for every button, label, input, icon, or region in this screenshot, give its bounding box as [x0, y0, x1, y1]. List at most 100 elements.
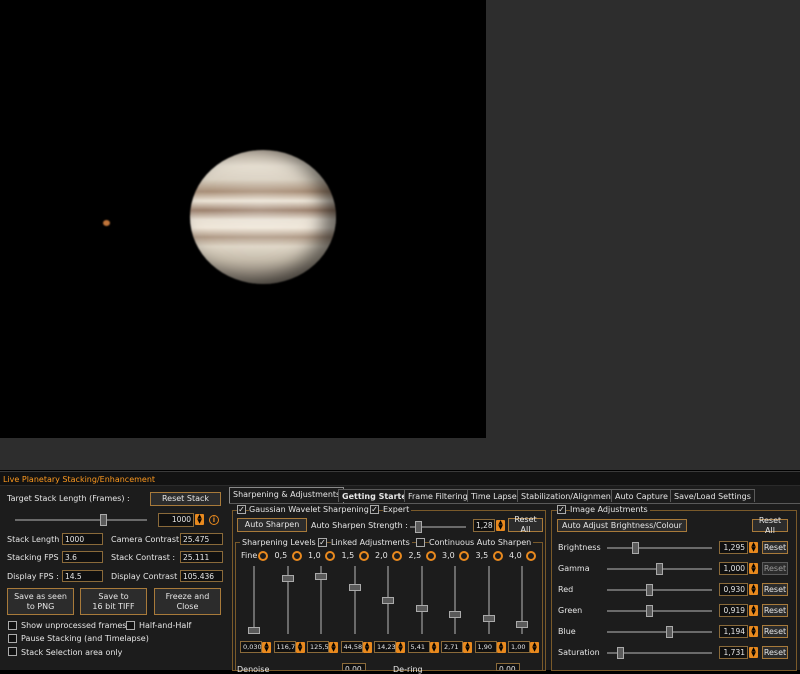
stack-selection-checkbox[interactable] [8, 647, 17, 656]
adjustment-reset-button[interactable]: Reset [762, 583, 788, 596]
adjustment-reset-button[interactable]: Reset [762, 625, 788, 638]
sharpen-level-slider-thumb[interactable] [281, 575, 294, 583]
target-stack-spinner[interactable]: ▲ ▼ [195, 514, 204, 525]
sharpen-level-slider[interactable] [253, 566, 255, 634]
sharpen-level-spinner[interactable]: ▲ ▼ [496, 642, 506, 653]
adjustment-value[interactable]: 0,919 [719, 604, 748, 617]
adjustment-reset-button[interactable]: Reset [762, 541, 788, 554]
sharpen-level-spinner[interactable]: ▲ ▼ [396, 642, 405, 653]
adjustment-slider[interactable] [607, 547, 712, 549]
sharpen-level-value[interactable]: 14,23 [374, 641, 396, 653]
sharpen-level-spinner[interactable]: ▲ ▼ [329, 642, 338, 653]
sharpen-level-spinner[interactable]: ▲ ▼ [362, 642, 372, 653]
sharpen-level-value[interactable]: 44,58 [340, 641, 363, 653]
tab-auto-capture[interactable]: Auto Capture [611, 489, 672, 502]
level-reset-icon[interactable] [325, 551, 335, 561]
freeze-close-button[interactable]: Freeze and Close [154, 588, 221, 615]
adjustment-slider[interactable] [607, 631, 712, 633]
sharpen-level-value[interactable]: 116,7 [273, 641, 296, 653]
sharpen-level-spinner[interactable]: ▲ ▼ [262, 642, 271, 653]
adjustment-spinner[interactable]: ▲ ▼ [749, 542, 758, 553]
adjustment-value[interactable]: 1,194 [719, 625, 748, 638]
info-icon[interactable]: i [209, 515, 219, 525]
sharpen-level-slider-thumb[interactable] [482, 615, 495, 623]
adjustment-slider-thumb[interactable] [616, 647, 624, 659]
tab-stabilization[interactable]: Stabilization/Alignment [517, 489, 618, 502]
sharpen-strength-value[interactable]: 1,28 [473, 519, 495, 532]
tab-time-lapse[interactable]: Time Lapse [467, 489, 521, 502]
sharpen-level-slider[interactable] [353, 566, 356, 634]
adjustment-slider-thumb[interactable] [656, 563, 663, 575]
sharpen-level-value[interactable]: 1,00 [508, 641, 530, 653]
level-reset-icon[interactable] [526, 551, 536, 561]
target-stack-slider[interactable] [15, 519, 147, 521]
adjustment-spinner[interactable]: ▲ ▼ [749, 563, 758, 574]
reset-stack-button[interactable]: Reset Stack [150, 492, 221, 506]
tab-frame-filtering[interactable]: Frame Filtering [404, 489, 472, 502]
level-reset-icon[interactable] [358, 551, 369, 561]
adjustment-reset-button[interactable]: Reset [762, 604, 788, 617]
adjustment-spinner[interactable]: ▲ ▼ [749, 584, 758, 595]
sharpen-level-slider-thumb[interactable] [382, 596, 394, 604]
auto-sharpen-button[interactable]: Auto Sharpen [237, 518, 307, 532]
sharpen-level-value[interactable]: 125,5 [307, 641, 329, 653]
adjustment-slider-thumb[interactable] [646, 605, 654, 617]
target-stack-input[interactable]: 1000 [158, 513, 194, 527]
gaussian-checkbox[interactable]: ✓ [237, 505, 246, 514]
sharpen-level-value[interactable]: 2,71 [441, 641, 463, 653]
adjustment-slider-thumb[interactable] [631, 542, 639, 554]
sharpen-level-spinner[interactable]: ▲ ▼ [463, 642, 472, 653]
auto-adjust-button[interactable]: Auto Adjust Brightness/Colour [557, 519, 687, 532]
adjustment-value[interactable]: 1,731 [719, 646, 748, 659]
save-png-button[interactable]: Save as seen to PNG [7, 588, 74, 615]
image-reset-all-button[interactable]: Reset All [752, 516, 788, 535]
sharpen-level-spinner[interactable]: ▲ ▼ [295, 642, 305, 653]
sharpen-level-slider-thumb[interactable] [315, 573, 327, 581]
level-reset-icon[interactable] [492, 551, 503, 561]
sharpen-level-value[interactable]: 5,41 [407, 641, 430, 653]
adjustment-slider-thumb[interactable] [665, 626, 673, 638]
adjustment-value[interactable]: 1,295 [719, 541, 748, 554]
sharpen-level-value[interactable]: 0,030 [240, 641, 262, 653]
level-reset-icon[interactable] [425, 551, 436, 561]
adjustment-spinner[interactable]: ▲ ▼ [749, 647, 758, 658]
adjustment-value[interactable]: 0,930 [719, 583, 748, 596]
linked-adjustments-checkbox[interactable]: ✓ [318, 538, 327, 547]
level-reset-icon[interactable] [291, 551, 302, 561]
adjustment-spinner[interactable]: ▲ ▼ [749, 626, 758, 637]
sharpen-level-slider-thumb[interactable] [449, 610, 461, 618]
sharpen-level-value[interactable]: 1,90 [474, 641, 497, 653]
adjustment-slider[interactable] [607, 610, 712, 612]
sharpen-reset-all-button[interactable]: Reset All [508, 515, 543, 534]
show-unprocessed-checkbox[interactable] [8, 621, 17, 630]
sharpen-level-slider-thumb[interactable] [348, 584, 361, 592]
level-reset-icon[interactable] [392, 551, 402, 561]
sharpen-strength-spinner[interactable]: ▲ ▼ [496, 520, 505, 531]
tab-sharpening[interactable]: Sharpening & Adjustments [229, 487, 345, 503]
level-reset-icon[interactable] [459, 551, 469, 561]
adjustment-slider-thumb[interactable] [646, 584, 654, 596]
target-stack-slider-thumb[interactable] [100, 514, 107, 526]
adjustment-reset-button[interactable]: Reset [762, 562, 788, 575]
expert-checkbox[interactable]: ✓ [370, 505, 379, 514]
sharpen-level-slider-thumb[interactable] [516, 620, 528, 628]
sharpen-level-slider-thumb[interactable] [415, 605, 428, 613]
save-tiff-button[interactable]: Save to 16 bit TIFF [80, 588, 147, 615]
pause-stacking-checkbox[interactable] [8, 634, 17, 643]
image-adjustments-checkbox[interactable]: ✓ [557, 505, 566, 514]
image-viewport[interactable] [0, 0, 486, 438]
adjustment-slider[interactable] [607, 589, 712, 591]
sharpen-level-slider[interactable] [420, 566, 423, 634]
sharpen-strength-slider-thumb[interactable] [414, 521, 422, 533]
level-reset-icon[interactable] [258, 551, 268, 561]
continuous-auto-checkbox[interactable] [416, 538, 425, 547]
sharpen-level-slider[interactable] [454, 566, 456, 634]
tab-save-load[interactable]: Save/Load Settings [670, 489, 755, 502]
adjustment-value[interactable]: 1,000 [719, 562, 748, 575]
sharpen-level-spinner[interactable]: ▲ ▼ [530, 642, 539, 653]
adjustment-reset-button[interactable]: Reset [762, 646, 788, 659]
sharpen-level-slider-thumb[interactable] [248, 627, 260, 634]
adjustment-spinner[interactable]: ▲ ▼ [749, 605, 758, 616]
half-and-half-checkbox[interactable] [126, 621, 135, 630]
sharpen-level-slider[interactable] [487, 566, 490, 634]
